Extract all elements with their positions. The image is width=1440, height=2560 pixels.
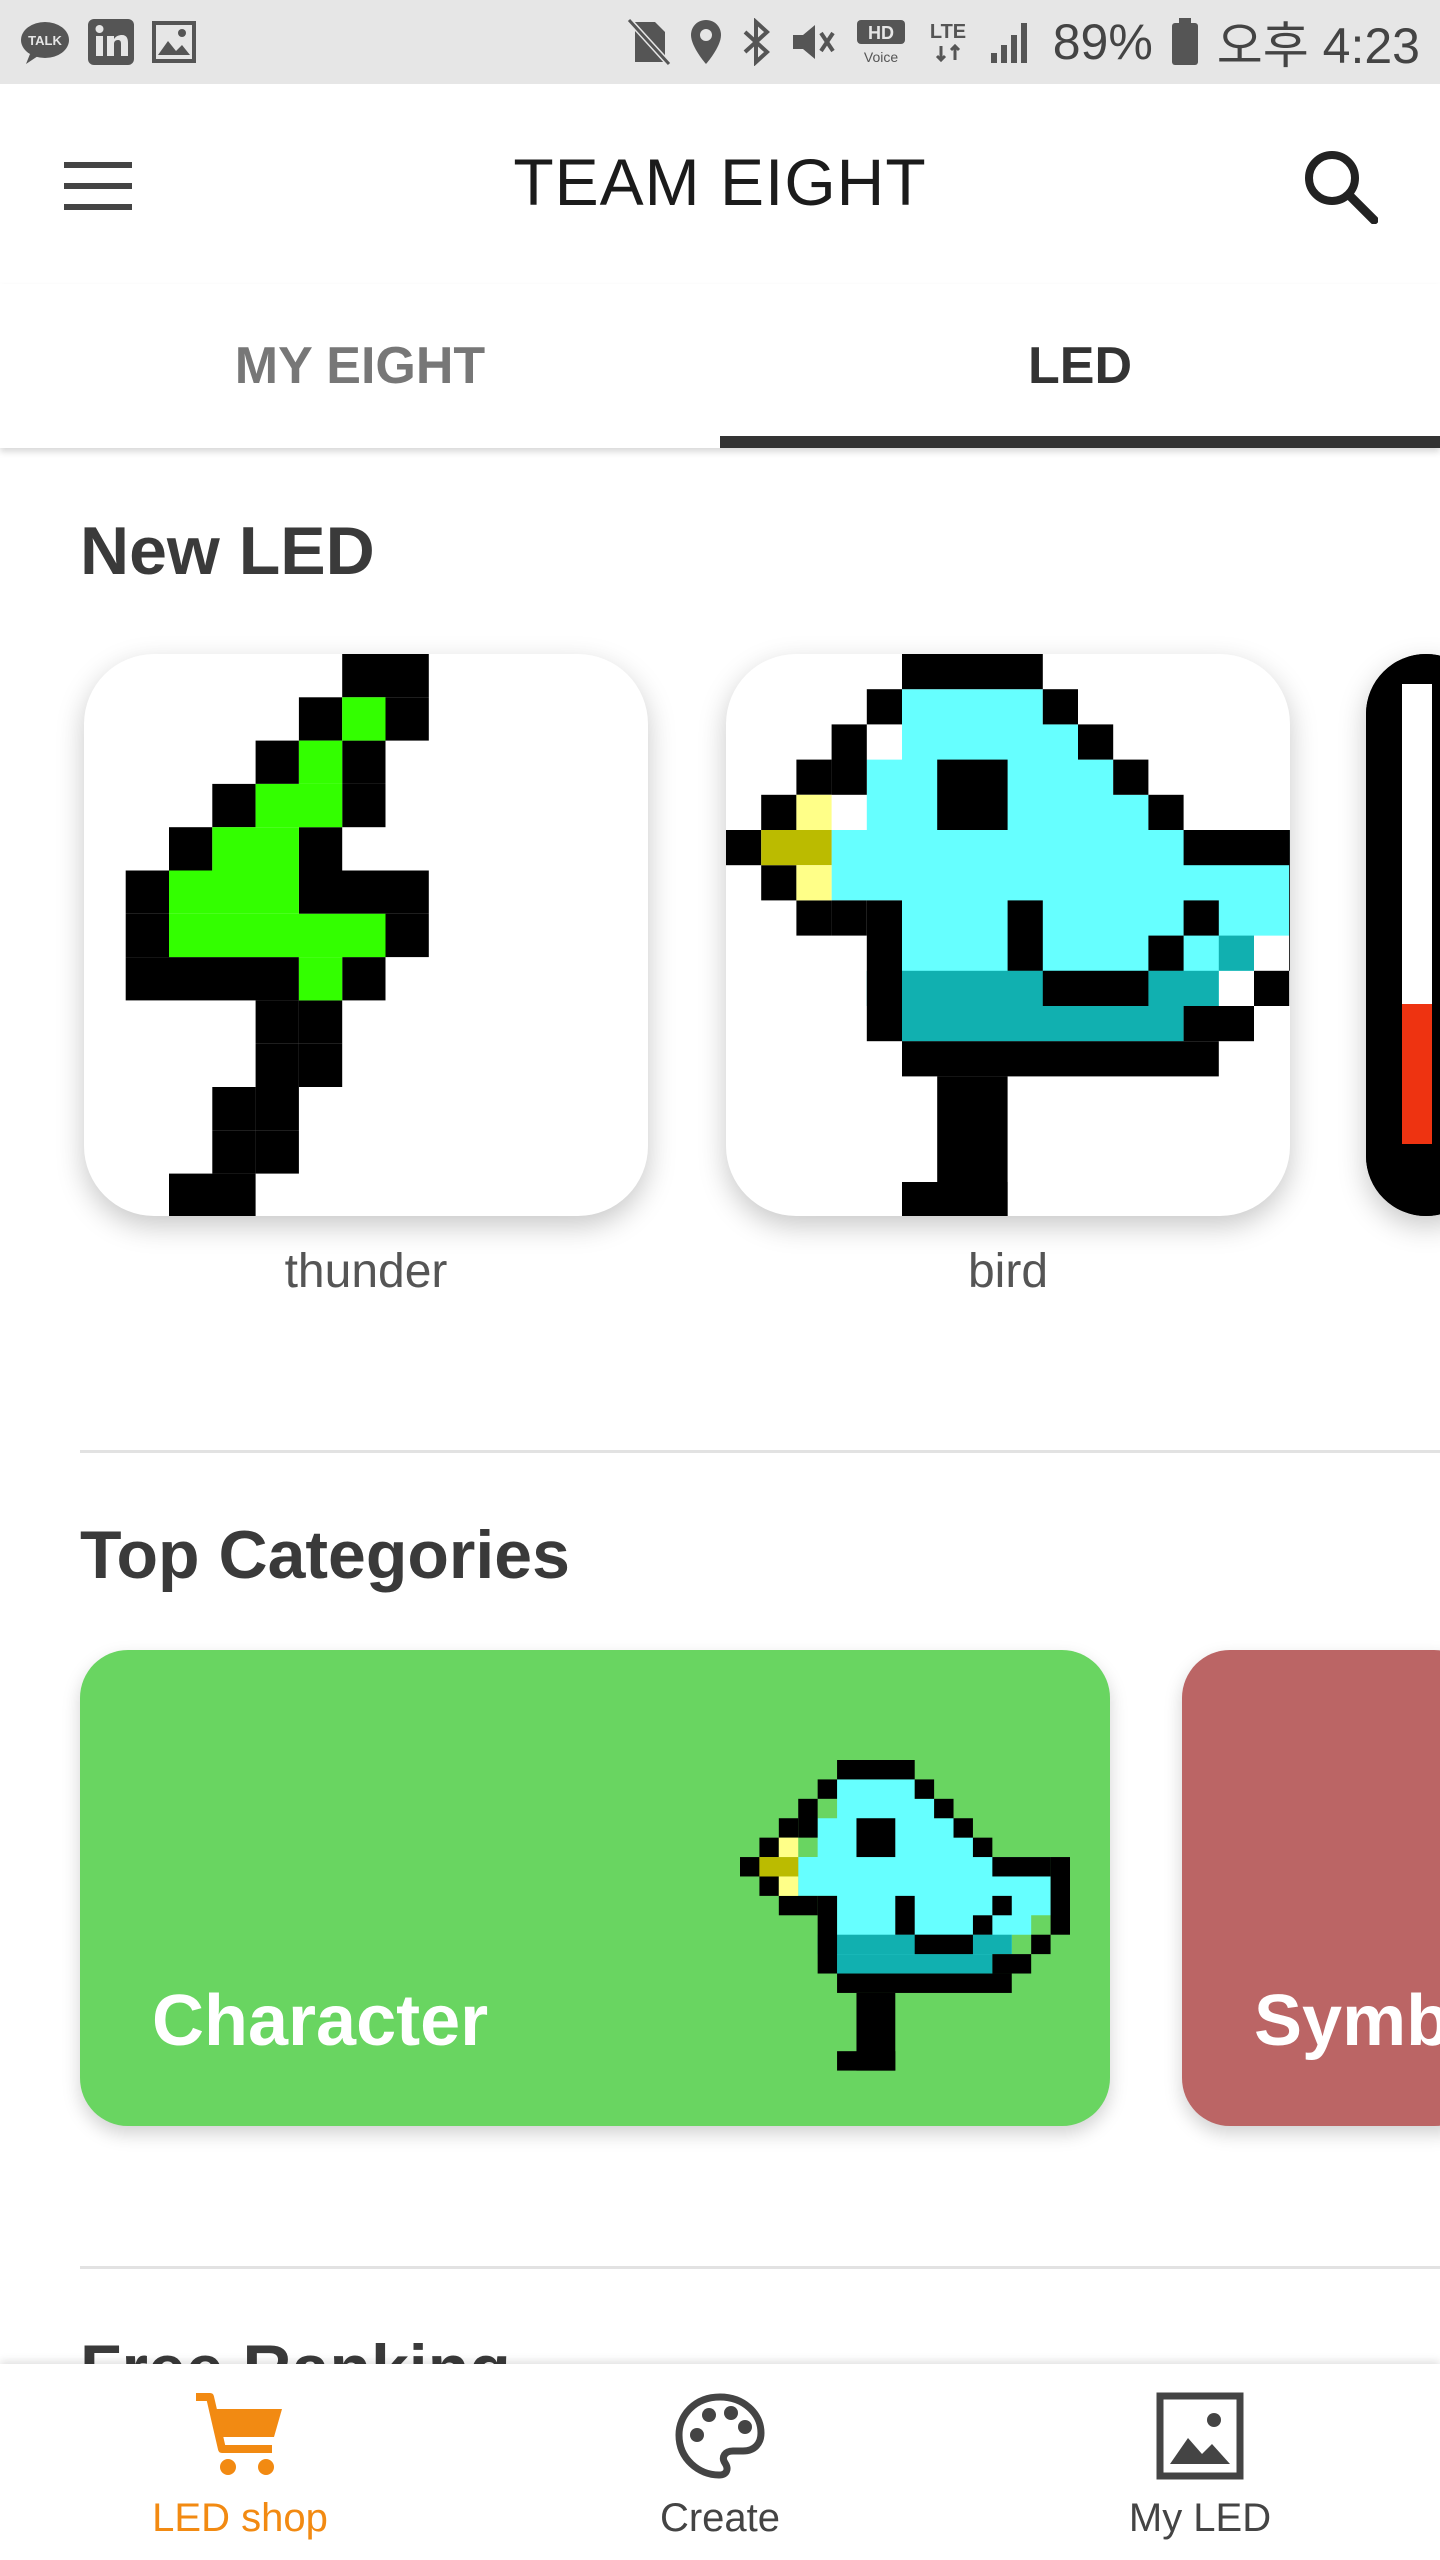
led-card-label: thunder <box>284 1245 448 1298</box>
partial-pixel-art <box>1366 654 1440 1216</box>
hd-voice-icon: HD Voice <box>855 18 907 66</box>
lightning-pixel-art <box>125 654 429 1216</box>
signal-icon <box>989 19 1035 65</box>
battery-percent: 89% <box>1052 14 1153 70</box>
battery-icon <box>1171 18 1199 66</box>
gallery-icon <box>152 21 196 63</box>
svg-text:Voice: Voice <box>864 49 898 65</box>
bluetooth-icon <box>741 18 771 66</box>
nav-create[interactable]: Create <box>480 2364 960 2560</box>
app-title: TEAM EIGHT <box>513 145 927 219</box>
led-card-partial[interactable] <box>1366 654 1440 1216</box>
search-icon[interactable] <box>1290 136 1390 236</box>
app-bar: TEAM EIGHT <box>0 84 1440 284</box>
nav-my-led[interactable]: My LED <box>960 2364 1440 2560</box>
new-led-title: New LED <box>80 513 375 589</box>
top-categories-title: Top Categories <box>80 1517 570 1593</box>
nav-led-shop[interactable]: LED shop <box>0 2364 480 2560</box>
bottom-nav: LED shop Create My LED <box>0 2364 1440 2560</box>
led-card-bird[interactable] <box>726 654 1290 1216</box>
cart-icon <box>0 2386 480 2486</box>
bird-pixel-art <box>726 654 1290 1216</box>
clock: 오후 4:23 <box>1216 18 1420 74</box>
mute-icon <box>789 19 837 65</box>
status-left: TALK <box>20 19 196 65</box>
tab-my-eight[interactable]: MY EIGHT <box>0 284 720 448</box>
section-divider <box>80 1450 1440 1453</box>
led-card-thunder[interactable] <box>84 654 648 1216</box>
tab-led[interactable]: LED <box>720 284 1440 448</box>
nav-label: My LED <box>1128 2496 1272 2540</box>
category-card-symbol[interactable]: Symb <box>1182 1650 1440 2126</box>
svg-text:TALK: TALK <box>28 33 62 48</box>
status-bar: TALK HD Voice LTE 89% 오후 4:23 <box>0 0 1440 84</box>
lte-icon: LTE <box>925 18 971 66</box>
talk-icon: TALK <box>20 20 70 64</box>
section-divider <box>80 2266 1440 2269</box>
no-sim-icon <box>626 18 671 66</box>
svg-text:LTE: LTE <box>930 21 966 43</box>
category-label: Symb <box>1254 1981 1440 2061</box>
location-icon <box>689 18 723 66</box>
status-right: HD Voice LTE 89% 오후 4:23 <box>626 6 1420 78</box>
linkedin-icon <box>88 19 134 65</box>
nav-label: LED shop <box>152 2496 328 2540</box>
category-label: Character <box>152 1981 489 2061</box>
nav-label: Create <box>659 2496 781 2540</box>
bird-icon <box>740 1760 1070 2071</box>
svg-text:HD: HD <box>868 23 894 43</box>
tab-bar: MY EIGHT LED <box>0 284 1440 448</box>
led-card-label: bird <box>967 1245 1049 1298</box>
image-icon <box>960 2386 1440 2486</box>
palette-icon <box>480 2386 960 2486</box>
category-card-character[interactable]: Character <box>80 1650 1110 2126</box>
